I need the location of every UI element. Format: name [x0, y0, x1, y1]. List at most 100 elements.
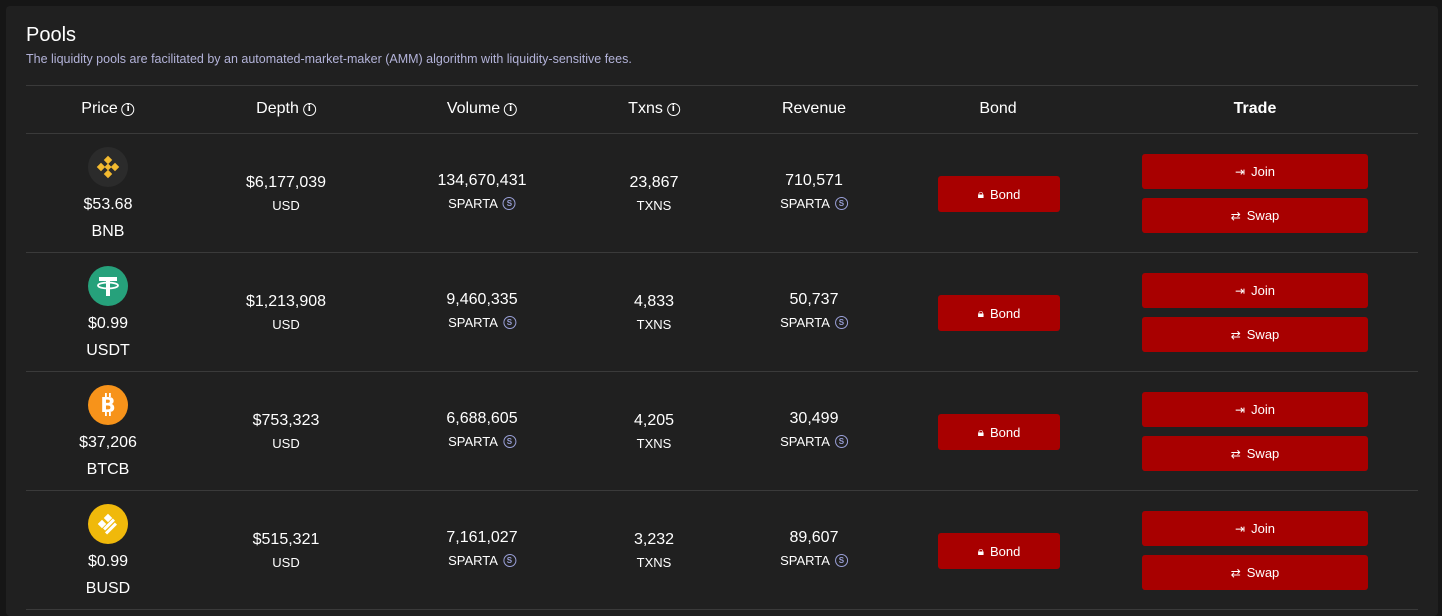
swap-button[interactable]: ⇄ Swap [1142, 555, 1368, 590]
sparta-icon: S [834, 435, 848, 448]
revenue-value: 89,607 [789, 529, 839, 546]
txns-value: 23,867 [629, 174, 679, 191]
txns-unit: TXNS [636, 555, 672, 570]
revenue-cell: 710,571 SPARTA S [780, 172, 848, 211]
swap-button[interactable]: ⇄ Swap [1142, 436, 1368, 471]
volume-cell: 6,688,605 SPARTA S [446, 410, 517, 449]
depth-cell: $515,321 USD [253, 531, 320, 570]
revenue-unit: SPARTA S [780, 553, 848, 568]
txns-cell: 4,205 TXNS [634, 412, 674, 451]
revenue-unit: SPARTA S [780, 315, 848, 330]
pool-symbol: BTCB [86, 461, 130, 478]
revenue-cell: 89,607 SPARTA S [780, 529, 848, 568]
info-icon[interactable]: i [121, 102, 135, 116]
column-header-revenue: Revenue [781, 100, 847, 117]
sign-in-icon: ⇥ [1235, 283, 1246, 298]
txns-value: 4,205 [633, 412, 675, 429]
swap-button[interactable]: ⇄ Swap [1142, 198, 1368, 233]
depth-value: $753,323 [252, 412, 320, 429]
column-header-depth: Depth i [256, 100, 316, 118]
pool-price: $37,206 [79, 434, 137, 451]
info-icon[interactable]: i [302, 102, 316, 116]
depth-cell: $1,213,908 USD [246, 293, 326, 332]
volume-unit: SPARTA S [438, 196, 527, 211]
join-button[interactable]: ⇥ Join [1142, 154, 1368, 189]
revenue-unit: SPARTA S [780, 196, 848, 211]
volume-value: 7,161,027 [446, 529, 518, 546]
volume-unit: SPARTA S [446, 315, 517, 330]
txns-cell: 23,867 TXNS [630, 174, 679, 213]
divider [26, 85, 1418, 86]
lock-icon: 🔒︎ [977, 424, 984, 439]
txns-unit: TXNS [636, 317, 672, 332]
info-icon[interactable]: i [666, 102, 680, 116]
revenue-cell: 50,737 SPARTA S [780, 291, 848, 330]
depth-value: $6,177,039 [245, 174, 327, 191]
column-header-bond: Bond [979, 100, 1017, 117]
depth-unit: USD [272, 436, 300, 451]
revenue-value: 30,499 [789, 410, 839, 427]
sparta-icon: S [502, 316, 516, 329]
depth-value: $1,213,908 [245, 293, 327, 310]
bond-button[interactable]: 🔒︎ Bond [938, 176, 1060, 212]
volume-value: 6,688,605 [446, 410, 518, 427]
bond-button[interactable]: 🔒︎ Bond [938, 533, 1060, 569]
txns-unit: TXNS [636, 198, 672, 213]
volume-value: 9,460,335 [446, 291, 518, 308]
pool-symbol: BUSD [85, 580, 131, 597]
join-button[interactable]: ⇥ Join [1142, 392, 1368, 427]
txns-value: 4,833 [633, 293, 675, 310]
pool-row: $0.99 USDT $1,213,908 USD 9,460,335 SPAR… [6, 253, 1438, 372]
volume-value: 134,670,431 [437, 172, 527, 189]
lock-icon: 🔒︎ [977, 305, 984, 320]
depth-unit: USD [272, 555, 300, 570]
sparta-icon: S [834, 554, 848, 567]
page-title: Pools [26, 24, 77, 46]
busd-icon [88, 504, 128, 544]
pool-symbol: BNB [91, 223, 125, 240]
pool-row: $53.68 BNB $6,177,039 USD 134,670,431 SP… [6, 134, 1438, 253]
depth-value: $515,321 [252, 531, 320, 548]
join-button[interactable]: ⇥ Join [1142, 273, 1368, 308]
bond-button[interactable]: 🔒︎ Bond [938, 414, 1060, 450]
pool-price: $53.68 [83, 196, 133, 213]
usdt-icon [88, 266, 128, 306]
swap-arrows-icon: ⇄ [1230, 565, 1241, 580]
page-subtitle: The liquidity pools are facilitated by a… [26, 52, 632, 66]
sign-in-icon: ⇥ [1235, 521, 1246, 536]
swap-arrows-icon: ⇄ [1230, 208, 1241, 223]
column-header-price: Price i [81, 100, 135, 118]
txns-cell: 4,833 TXNS [634, 293, 674, 332]
sparta-icon: S [502, 435, 516, 448]
depth-cell: $6,177,039 USD [246, 174, 326, 213]
sparta-icon: S [502, 554, 516, 567]
swap-arrows-icon: ⇄ [1230, 327, 1241, 342]
txns-cell: 3,232 TXNS [634, 531, 674, 570]
sparta-icon: S [834, 316, 848, 329]
column-header-trade: Trade [1233, 100, 1277, 117]
revenue-value: 50,737 [789, 291, 839, 308]
info-icon[interactable]: i [504, 102, 518, 116]
revenue-cell: 30,499 SPARTA S [780, 410, 848, 449]
lock-icon: 🔒︎ [977, 186, 984, 201]
depth-unit: USD [272, 198, 300, 213]
sign-in-icon: ⇥ [1235, 402, 1246, 417]
swap-arrows-icon: ⇄ [1230, 446, 1241, 461]
join-button[interactable]: ⇥ Join [1142, 511, 1368, 546]
pool-price: $0.99 [87, 553, 129, 570]
volume-cell: 7,161,027 SPARTA S [446, 529, 517, 568]
pools-card: Pools The liquidity pools are facilitate… [6, 6, 1438, 616]
divider [26, 609, 1418, 610]
pool-symbol: USDT [86, 342, 130, 359]
sparta-icon: S [834, 197, 848, 210]
bond-button[interactable]: 🔒︎ Bond [938, 295, 1060, 331]
pool-price: $0.99 [87, 315, 129, 332]
sparta-icon: S [502, 197, 516, 210]
swap-button[interactable]: ⇄ Swap [1142, 317, 1368, 352]
svg-text:B: B [100, 393, 115, 417]
volume-cell: 134,670,431 SPARTA S [438, 172, 527, 211]
volume-unit: SPARTA S [446, 553, 517, 568]
revenue-unit: SPARTA S [780, 434, 848, 449]
volume-unit: SPARTA S [446, 434, 517, 449]
pool-row: B $37,206 BTCB $753,323 USD 6,688,605 SP… [6, 372, 1438, 491]
